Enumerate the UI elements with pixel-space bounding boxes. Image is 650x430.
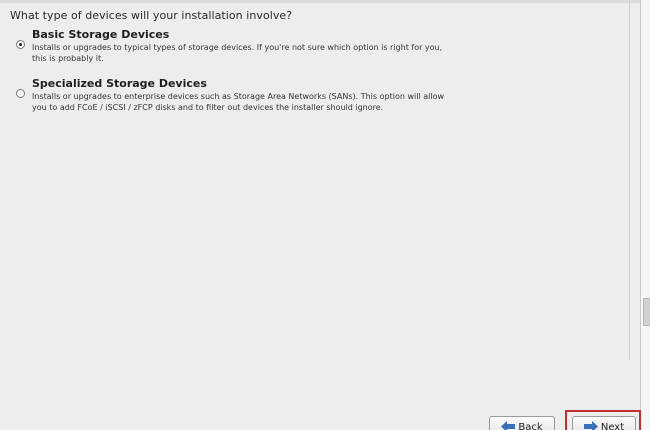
device-type-question: What type of devices will your installat… <box>10 9 293 22</box>
top-edge <box>0 0 650 3</box>
basic-storage-desc-line2: this is probably it. <box>32 54 104 63</box>
basic-storage-title[interactable]: Basic Storage Devices <box>32 28 169 41</box>
basic-storage-desc-line1: Installs or upgrades to typical types of… <box>32 43 443 52</box>
specialized-storage-description: Installs or upgrades to enterprise devic… <box>32 91 522 113</box>
specialized-storage-title[interactable]: Specialized Storage Devices <box>32 77 207 90</box>
content-divider <box>629 0 630 360</box>
scrollbar[interactable] <box>640 0 650 430</box>
specialized-storage-radio[interactable] <box>16 89 25 98</box>
next-arrow-icon <box>583 421 598 430</box>
basic-storage-radio[interactable] <box>16 40 25 49</box>
back-button-label: Back <box>518 422 543 430</box>
specialized-storage-desc-line2: you to add FCoE / iSCSI / zFCP disks and… <box>32 103 384 112</box>
back-arrow-icon <box>501 421 516 430</box>
basic-storage-description: Installs or upgrades to typical types of… <box>32 42 522 64</box>
scrollbar-thumb[interactable] <box>643 298 650 326</box>
next-button-label: Next <box>600 422 625 430</box>
back-button[interactable]: Back <box>489 416 555 430</box>
specialized-storage-desc-line1: Installs or upgrades to enterprise devic… <box>32 92 444 101</box>
next-button[interactable]: Next <box>572 416 636 430</box>
installer-window: What type of devices will your installat… <box>0 0 650 430</box>
